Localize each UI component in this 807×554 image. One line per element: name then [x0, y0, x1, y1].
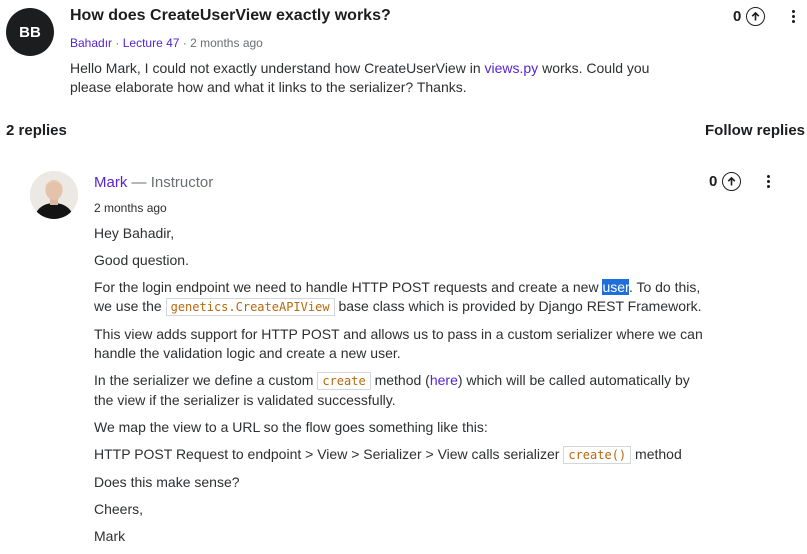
- reply-paragraph: For the login endpoint we need to handle…: [94, 278, 704, 317]
- author-separator: —: [131, 174, 151, 191]
- question-body: Hello Mark, I could not exactly understa…: [70, 59, 670, 97]
- reply-paragraph: Cheers,: [94, 501, 144, 517]
- reply-vote-count: 0: [709, 173, 718, 190]
- follow-replies-button[interactable]: Follow replies: [705, 122, 805, 139]
- instructor-photo: [30, 171, 78, 219]
- inline-code: create(): [563, 446, 632, 464]
- reply-paragraph: This view adds support for HTTP POST and…: [94, 326, 703, 361]
- reply-vote: 0: [709, 172, 742, 191]
- replies-count: 2 replies: [6, 122, 67, 139]
- arrow-up-circle-icon[interactable]: [722, 172, 742, 191]
- inline-code: create: [317, 372, 371, 390]
- avatar[interactable]: [30, 171, 78, 219]
- reply-paragraph: HTTP POST Request to endpoint > View > S…: [94, 445, 704, 465]
- question-meta: Bahadır · Lecture 47 · 2 months ago: [70, 36, 263, 50]
- reply-text: base class which is provided by Django R…: [334, 298, 702, 314]
- here-link[interactable]: here: [430, 372, 458, 388]
- question-title[interactable]: How does CreateUserView exactly works?: [70, 7, 391, 25]
- selected-text: user: [602, 279, 629, 295]
- avatar[interactable]: BB: [6, 8, 54, 56]
- question-post: BB How does CreateUserView exactly works…: [0, 0, 807, 110]
- reply-paragraph: Hey Bahadir,: [94, 225, 175, 241]
- inline-code: genetics.CreateAPIView: [165, 298, 335, 316]
- more-vertical-icon[interactable]: [788, 7, 798, 25]
- question-author-link[interactable]: Bahadır: [70, 36, 112, 50]
- more-vertical-icon[interactable]: [763, 172, 773, 190]
- question-vote-count: 0: [733, 8, 742, 25]
- arrow-up-circle-icon[interactable]: [746, 7, 766, 26]
- views-py-link[interactable]: views.py: [485, 60, 539, 76]
- reply-paragraph: We map the view to a URL so the flow goe…: [94, 419, 488, 435]
- lecture-link[interactable]: Lecture 47: [123, 36, 180, 50]
- question-body-text: Hello Mark, I could not exactly understa…: [70, 60, 485, 76]
- avatar-initials: BB: [19, 23, 41, 41]
- reply-text: method: [631, 446, 682, 462]
- reply-text: method (: [370, 372, 430, 388]
- reply-paragraph: Good question.: [94, 252, 189, 268]
- reply-text: For the login endpoint we need to handle…: [94, 279, 603, 295]
- question-vote: 0: [733, 7, 766, 26]
- reply-body: Hey Bahadir, Good question. For the logi…: [94, 224, 704, 554]
- reply-date: 2 months ago: [94, 201, 167, 215]
- reply-text: In the serializer we define a custom: [94, 372, 318, 388]
- reply-paragraph: Does this make sense?: [94, 474, 240, 490]
- reply-paragraph: Mark: [94, 528, 126, 544]
- meta-separator: ·: [115, 36, 123, 50]
- reply-author: Mark — Instructor: [94, 174, 213, 191]
- reply-author-link[interactable]: Mark: [94, 174, 127, 191]
- reply-paragraph: In the serializer we define a custom cre…: [94, 371, 704, 410]
- reply-author-role: Instructor: [150, 174, 214, 191]
- reply-text: HTTP POST Request to endpoint > View > S…: [94, 446, 564, 462]
- question-time: 2 months ago: [190, 36, 263, 50]
